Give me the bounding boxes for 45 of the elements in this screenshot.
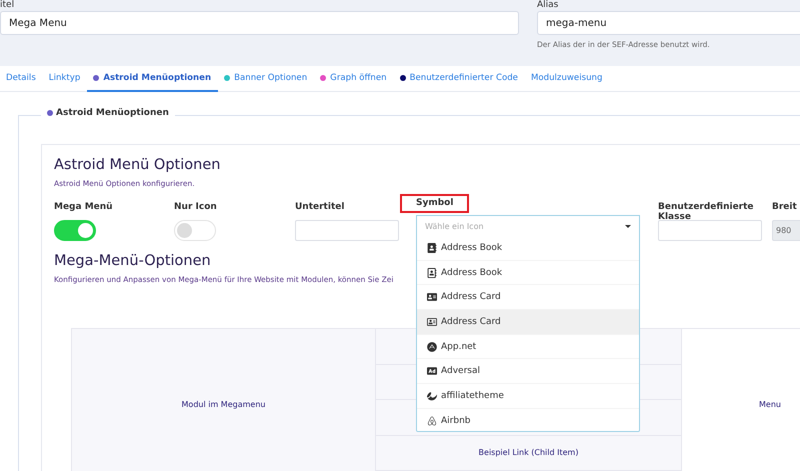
- tab[interactable]: Linktyp: [42, 66, 88, 92]
- dropdown-option[interactable]: Address Card: [417, 310, 639, 335]
- option-label: Adversal: [441, 366, 480, 376]
- section-heading: Mega-Menü-Optionen: [54, 253, 211, 269]
- table-cell: Modul im Megamenu: [71, 329, 376, 471]
- width-field[interactable]: 980: [772, 220, 800, 241]
- option-label: Airbnb: [441, 416, 470, 426]
- tab[interactable]: Graph öffnen: [314, 66, 394, 92]
- tab[interactable]: Benutzerdefinierter Code: [394, 66, 525, 92]
- field-label: Untertitel: [295, 202, 344, 214]
- fieldset-legend: Astroid Menüoptionen: [41, 108, 175, 118]
- ad-icon: [427, 366, 437, 376]
- dropdown-option[interactable]: Address Book: [417, 260, 639, 286]
- field-label: Breit: [772, 202, 797, 214]
- field-label: Alias: [537, 0, 558, 11]
- highlighted-label: Symbol: [400, 194, 470, 213]
- address-book-icon: [427, 242, 437, 253]
- field-label: itel: [0, 0, 14, 11]
- option-label: Address Book: [441, 268, 502, 278]
- section-heading: Astroid Menü Optionen: [54, 157, 220, 173]
- id-card-icon: [427, 292, 437, 302]
- text-field[interactable]: [658, 220, 762, 241]
- field-label: Mega Menü: [54, 202, 113, 214]
- tab[interactable]: Banner Optionen: [218, 66, 314, 92]
- caret-icon: [625, 224, 631, 228]
- table-cell: Menu: [681, 329, 781, 471]
- airbnb-logo-icon: [427, 416, 437, 426]
- tab[interactable]: Details: [0, 66, 43, 92]
- toggle-switch[interactable]: [54, 220, 96, 241]
- text-field[interactable]: [295, 220, 399, 241]
- dot-icon: [47, 110, 53, 116]
- option-label: Address Book: [441, 242, 502, 253]
- option-label: Address Card: [441, 292, 501, 302]
- alias-field[interactable]: mega-menu: [537, 11, 800, 35]
- circle-logo-icon: [427, 342, 437, 352]
- leaf-logo-icon: [427, 390, 437, 401]
- title-field[interactable]: Mega Menu: [0, 11, 519, 35]
- option-label: App.net: [441, 342, 476, 352]
- id-card-icon: [427, 316, 437, 327]
- address-book-icon: [427, 268, 437, 278]
- tab[interactable]: Modulzuweisung: [524, 66, 610, 92]
- tab[interactable]: Astroid Menüoptionen: [87, 66, 218, 92]
- option-label: Address Card: [441, 316, 501, 327]
- field-label: Nur Icon: [174, 202, 217, 214]
- option-label: affiliatetheme: [441, 390, 504, 401]
